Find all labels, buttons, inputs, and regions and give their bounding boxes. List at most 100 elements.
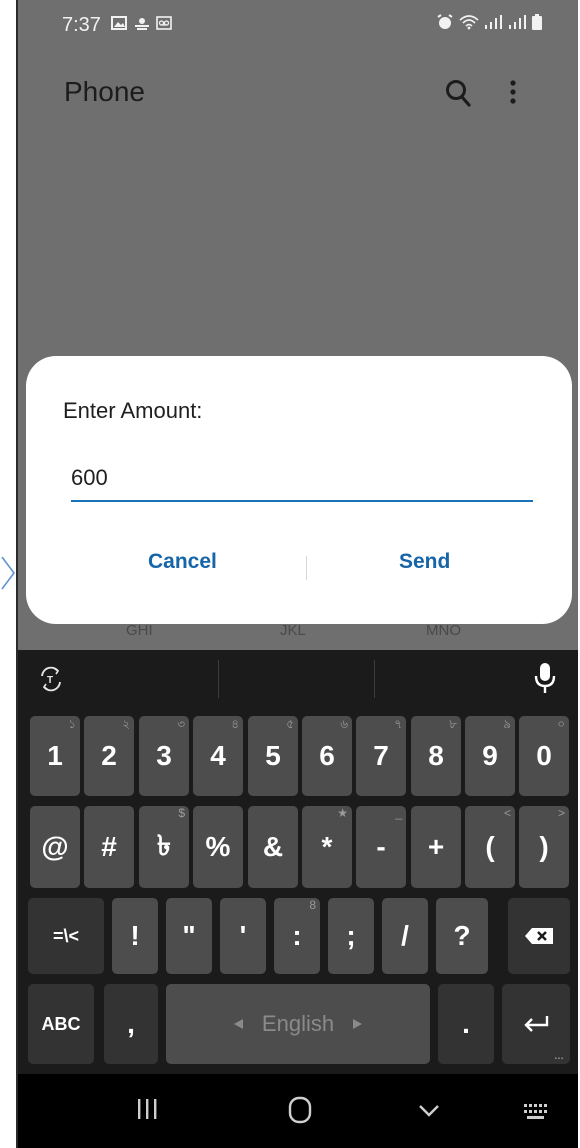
key-hint: ৪ [231,717,239,731]
number-key-5[interactable]: 6৬ [302,716,352,796]
symbol2-key-2[interactable]: " [166,898,212,974]
key-label: 0 [536,740,552,771]
backspace-icon [525,928,553,944]
key-label: ৳ [157,829,171,861]
chevron-right-icon [1,556,15,590]
key-label: 6 [319,740,335,771]
mic-icon[interactable] [534,662,556,694]
wifi-icon [459,15,479,30]
cancel-button[interactable]: Cancel [148,550,217,574]
symbol2-key-3[interactable]: ' [220,898,266,974]
app-title: Phone [64,76,145,107]
amount-input[interactable] [71,458,533,502]
period-key[interactable]: . [438,984,494,1064]
symbol-key-8[interactable]: (< [465,806,515,888]
symbol-key-7[interactable]: + [411,806,461,888]
symbol-key-5[interactable]: * ★ [302,806,352,888]
key-label: + [427,831,445,862]
symbol2-key-4[interactable]: :8 [274,898,320,974]
key-label: 2 [101,740,117,771]
symbol-key-6[interactable]: - _ [356,806,406,888]
language-left-icon [233,1019,243,1029]
backspace-key[interactable] [508,898,570,974]
key-label: 4 [210,740,226,771]
symbol-key-3[interactable]: % [193,806,243,888]
symbol-key-2[interactable]: ৳ $ [139,806,189,888]
symbol2-key-6[interactable]: / [382,898,428,974]
symbol-key-4[interactable]: & [248,806,298,888]
search-icon[interactable] [444,78,472,108]
send-button[interactable]: Send [399,550,450,574]
keyboard: T 1১2২3৩4৪5৫6৬7৭8৮9৯0০ @ # ৳ $% & * ★ - _ +(<) > =… [18,650,578,1074]
gallery-notification-icon [111,16,127,30]
key-label: ; [346,920,356,951]
more-symbols-dots: … [554,1051,564,1062]
key-hint: ★ [337,806,348,820]
language-right-icon [353,1019,363,1029]
number-key-8[interactable]: 9৯ [465,716,515,796]
abc-key[interactable]: ABC [28,984,94,1064]
toolbar-separator [218,660,219,698]
status-time: 7:37 [62,14,101,36]
key-label: : [292,920,302,951]
symbol2-key-5[interactable]: ; [328,898,374,974]
number-key-9[interactable]: 0০ [519,716,569,796]
space-key[interactable]: English [166,984,430,1064]
comma-key[interactable]: , [104,984,158,1064]
key-label: * [321,831,333,862]
back-icon[interactable] [418,1104,440,1118]
symbol-key-0[interactable]: @ [30,806,80,888]
key-label: ) [539,831,549,862]
period-key-label: . [462,1008,470,1039]
key-hint: ৯ [503,717,511,731]
translate-icon[interactable]: T [38,666,64,692]
battery-icon [532,14,542,30]
key-hint: ৫ [286,717,294,731]
key-hint: ১ [68,717,76,731]
recents-icon[interactable] [136,1096,158,1122]
key-label: ( [485,831,495,862]
number-key-7[interactable]: 8৮ [411,716,461,796]
keyboard-icon[interactable] [524,1104,548,1120]
key-hint: ৮ [449,717,457,731]
number-key-6[interactable]: 7৭ [356,716,406,796]
key-label: " [182,920,196,951]
home-icon[interactable] [288,1096,312,1124]
key-label: / [401,920,409,951]
more-vert-icon[interactable] [506,78,520,108]
key-hint: < [503,806,511,820]
weather-notification-icon [135,18,149,30]
symbol2-key-7[interactable]: ? [436,898,488,974]
phone-screen: 7:37 Phone GHI JKL MNO Enter Amount: 600… [16,0,578,1148]
symbol2-key-0[interactable]: =\< [28,898,104,974]
key-label: @ [41,831,69,862]
voicemail-notification-icon [156,16,172,30]
alarm-icon [437,14,453,29]
key-label: % [205,831,231,862]
key-label: ? [453,920,471,951]
dialog-title: Enter Amount: [63,398,203,423]
enter-icon [524,1016,549,1032]
symbol-key-9[interactable]: ) > [519,806,569,888]
toolbar-separator [374,660,375,698]
dialpad-hint-ghi: GHI [126,622,153,639]
enter-amount-dialog: Enter Amount: Cancel Send [26,356,572,624]
comma-key-label: , [127,1008,135,1039]
key-label: =\< [52,925,80,946]
number-key-4[interactable]: 5৫ [248,716,298,796]
dialpad-hint-mno: MNO [426,622,461,639]
enter-key[interactable]: … [502,984,570,1064]
number-key-0[interactable]: 1১ [30,716,80,796]
key-label: 5 [265,740,281,771]
keyboard-toolbar: T [18,650,578,708]
number-key-1[interactable]: 2২ [84,716,134,796]
number-key-2[interactable]: 3৩ [139,716,189,796]
key-hint: $ [178,806,185,820]
symbol2-key-1[interactable]: ! [112,898,158,974]
signal-sim1-icon [485,15,502,29]
number-key-3[interactable]: 4৪ [193,716,243,796]
symbol-key-1[interactable]: # [84,806,134,888]
key-label: 9 [482,740,498,771]
space-key-label: English [261,1011,335,1036]
key-label: # [101,831,117,862]
